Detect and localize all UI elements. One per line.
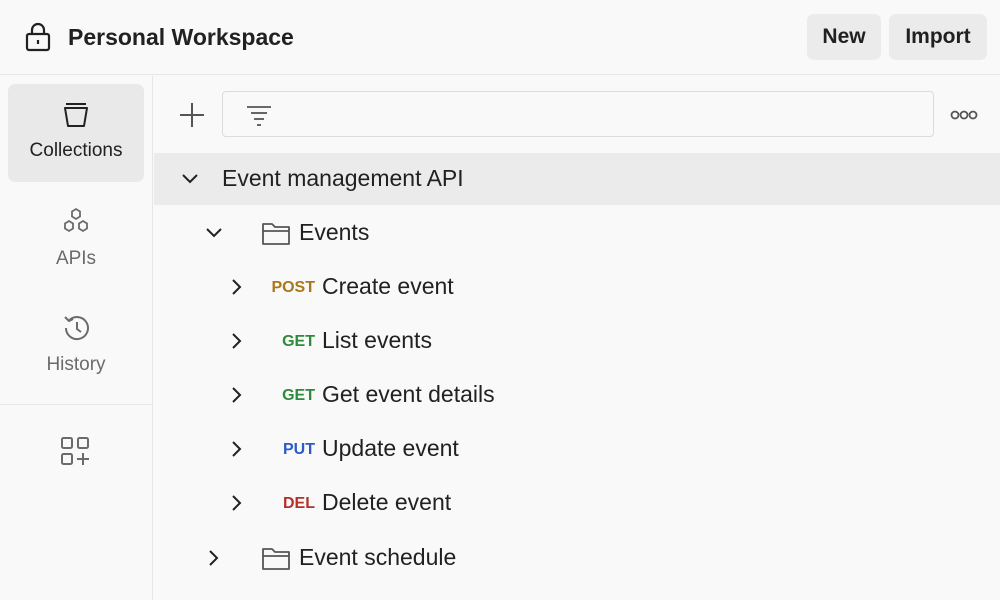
add-widget-icon[interactable] bbox=[58, 434, 92, 468]
apis-icon bbox=[64, 207, 88, 233]
workspace-header: Personal Workspace New Import bbox=[0, 0, 1000, 75]
request-name: Get event details bbox=[322, 381, 495, 407]
filter-icon bbox=[247, 106, 271, 126]
method-badge: DEL bbox=[283, 495, 315, 512]
collection-row[interactable]: Event management API bbox=[154, 153, 1000, 205]
chevron-down-icon[interactable] bbox=[180, 169, 200, 189]
method-badge: GET bbox=[282, 387, 315, 404]
folder-row[interactable]: Event schedule bbox=[154, 532, 1000, 584]
lock-icon bbox=[25, 22, 51, 52]
folder-name: Event schedule bbox=[299, 544, 457, 570]
request-row[interactable]: GET Get event details bbox=[154, 369, 1000, 421]
collection-name: Event management API bbox=[222, 165, 464, 191]
new-button[interactable]: New bbox=[807, 14, 881, 60]
sidebar: Collections APIs History bbox=[0, 76, 153, 600]
method-badge: POST bbox=[271, 279, 315, 296]
filter-search-box[interactable] bbox=[222, 91, 934, 137]
method-badge: PUT bbox=[283, 441, 315, 458]
chevron-right-icon[interactable] bbox=[227, 385, 247, 405]
chevron-down-icon[interactable] bbox=[204, 223, 224, 243]
chevron-right-icon[interactable] bbox=[227, 493, 247, 513]
sidebar-item-label: APIs bbox=[55, 248, 97, 269]
folder-row[interactable]: Events bbox=[154, 207, 1000, 259]
chevron-right-icon[interactable] bbox=[227, 331, 247, 351]
filter-input[interactable] bbox=[279, 100, 919, 128]
workspace-title[interactable]: Personal Workspace bbox=[68, 24, 294, 51]
request-row[interactable]: POST Create event bbox=[154, 261, 1000, 313]
sidebar-item-apis[interactable]: APIs bbox=[8, 192, 144, 290]
folder-icon bbox=[262, 223, 290, 245]
chevron-right-icon[interactable] bbox=[204, 548, 224, 568]
collections-icon bbox=[64, 103, 88, 127]
request-row[interactable]: DEL Delete event bbox=[154, 477, 1000, 529]
method-badge: GET bbox=[282, 333, 315, 350]
request-name: Create event bbox=[322, 273, 454, 299]
chevron-right-icon[interactable] bbox=[227, 277, 247, 297]
chevron-right-icon[interactable] bbox=[227, 439, 247, 459]
history-icon bbox=[64, 316, 89, 340]
add-collection-button[interactable] bbox=[176, 99, 208, 131]
sidebar-item-history[interactable]: History bbox=[8, 298, 144, 396]
request-name: Delete event bbox=[322, 489, 452, 515]
request-name: Update event bbox=[322, 435, 459, 461]
import-button[interactable]: Import bbox=[889, 14, 987, 60]
request-row[interactable]: PUT Update event bbox=[154, 423, 1000, 475]
folder-name: Events bbox=[299, 219, 370, 245]
more-options-icon[interactable] bbox=[948, 103, 980, 127]
sidebar-item-collections[interactable]: Collections bbox=[8, 84, 144, 182]
sidebar-divider bbox=[0, 404, 152, 405]
sidebar-item-label: Collections bbox=[29, 140, 123, 161]
folder-icon bbox=[262, 548, 290, 570]
request-name: List events bbox=[322, 327, 432, 353]
sidebar-item-label: History bbox=[46, 354, 106, 375]
request-row[interactable]: GET List events bbox=[154, 315, 1000, 367]
